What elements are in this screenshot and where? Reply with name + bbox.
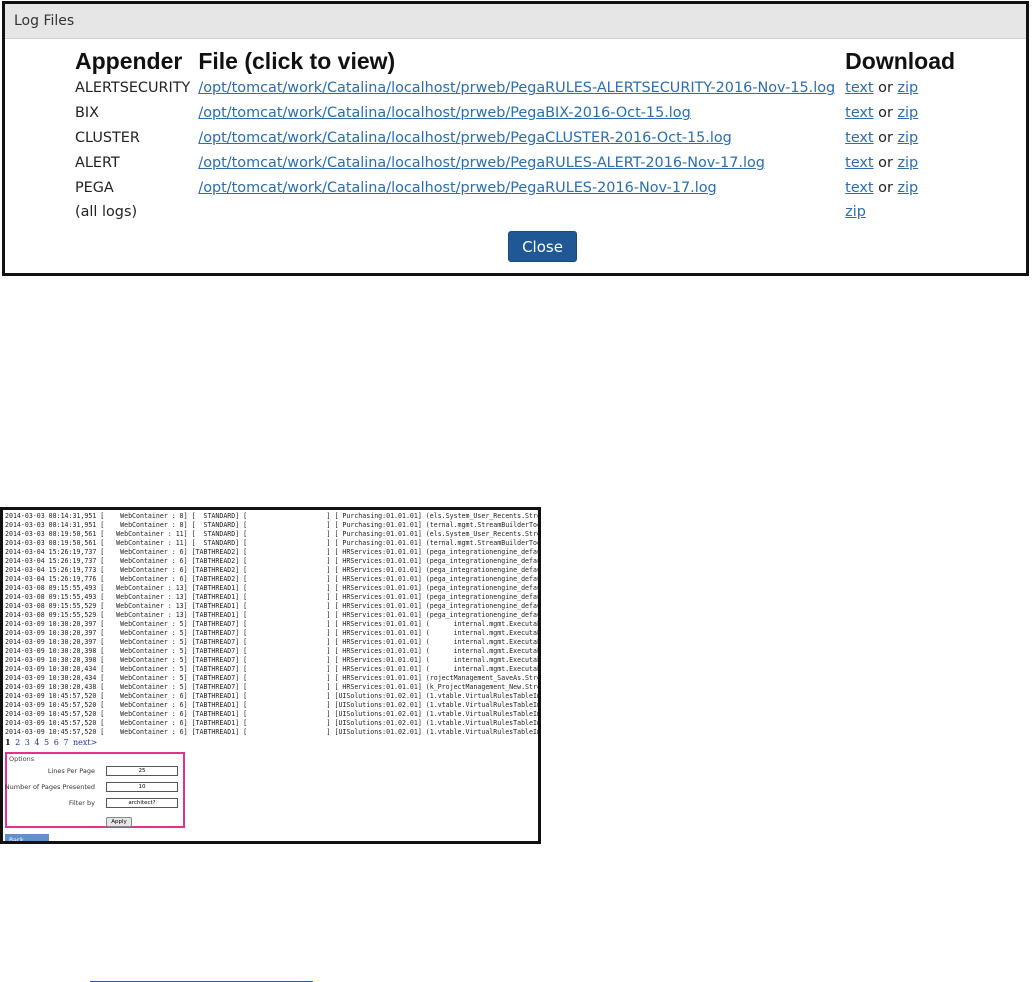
page-link[interactable]: 5 — [44, 738, 49, 747]
log-lines: 2014-03-03 08:14:31,951 [ WebContainer :… — [5, 512, 541, 736]
header-file: File (click to view) — [198, 47, 396, 74]
appender-name: ALERTSECURITY — [75, 80, 191, 97]
download-zip-link[interactable]: zip — [897, 105, 918, 121]
table-row: BIX /opt/tomcat/work/Catalina/localhost/… — [71, 101, 959, 126]
page-link[interactable]: 2 — [15, 738, 20, 747]
table-row: ALERTSECURITY /opt/tomcat/work/Catalina/… — [71, 76, 959, 101]
page-link-current[interactable]: 1 — [5, 737, 11, 747]
download-zip-link[interactable]: zip — [897, 130, 918, 146]
log-file-link[interactable]: /opt/tomcat/work/Catalina/localhost/prwe… — [198, 130, 731, 146]
bottom-link[interactable] — [90, 966, 313, 982]
page-link[interactable]: 7 — [63, 738, 68, 747]
or-label: or — [878, 105, 893, 122]
or-label: or — [878, 154, 893, 171]
appender-name: (all logs) — [75, 204, 138, 221]
options-panel: Options Lines Per Page Number of Pages P… — [5, 752, 185, 828]
download-zip-link[interactable]: zip — [897, 80, 918, 96]
download-text-link[interactable]: text — [845, 105, 873, 121]
table-row: ALERT /opt/tomcat/work/Catalina/localhos… — [71, 150, 959, 175]
filter-input[interactable] — [106, 798, 178, 808]
download-text-link[interactable]: text — [845, 180, 873, 196]
log-file-link[interactable]: /opt/tomcat/work/Catalina/localhost/prwe… — [198, 155, 765, 171]
appender-name: ALERT — [75, 154, 120, 171]
table-row: CLUSTER /opt/tomcat/work/Catalina/localh… — [71, 126, 959, 151]
apply-button[interactable]: Apply — [106, 817, 132, 827]
log-viewer-panel: 2014-03-03 08:14:31,951 [ WebContainer :… — [0, 507, 541, 844]
log-files-table: Appender File (click to view) Download A… — [71, 46, 959, 225]
table-row: PEGA /opt/tomcat/work/Catalina/localhost… — [71, 175, 959, 200]
appender-name: BIX — [75, 105, 99, 122]
lines-per-page-label: Lines Per Page — [47, 767, 95, 775]
page-link[interactable]: 6 — [54, 738, 59, 747]
header-download: Download — [845, 47, 956, 74]
table-row: (all logs) zip — [71, 200, 959, 225]
log-files-dialog: Log Files Appender File (click to view) … — [2, 1, 1029, 276]
filter-label: Filter by — [68, 799, 95, 807]
dialog-title: Log Files — [5, 4, 1026, 39]
pages-presented-label: Number of Pages Presented — [4, 783, 95, 791]
lines-per-page-input[interactable] — [106, 766, 178, 776]
download-all-zip-link[interactable]: zip — [845, 204, 866, 220]
appender-name: CLUSTER — [75, 129, 140, 146]
download-zip-link[interactable]: zip — [897, 155, 918, 171]
download-zip-link[interactable]: zip — [897, 180, 918, 196]
log-file-link[interactable]: /opt/tomcat/work/Catalina/localhost/prwe… — [198, 180, 716, 196]
pagination: 1 2 3 4 5 6 7 next> — [5, 737, 99, 747]
or-label: or — [878, 179, 893, 196]
page-link[interactable]: 3 — [25, 738, 30, 747]
close-button[interactable]: Close — [508, 231, 577, 262]
or-label: or — [878, 129, 893, 146]
next-page-link[interactable]: next> — [73, 738, 97, 747]
download-text-link[interactable]: text — [845, 130, 873, 146]
options-title: Options — [9, 755, 35, 763]
log-file-link[interactable]: /opt/tomcat/work/Catalina/localhost/prwe… — [198, 80, 835, 96]
download-text-link[interactable]: text — [845, 155, 873, 171]
page-link[interactable]: 4 — [34, 738, 39, 747]
table-header-row: Appender File (click to view) Download — [71, 46, 959, 76]
download-text-link[interactable]: text — [845, 80, 873, 96]
header-appender: Appender — [75, 47, 183, 74]
pages-presented-input[interactable] — [106, 782, 178, 792]
log-file-link[interactable]: /opt/tomcat/work/Catalina/localhost/prwe… — [198, 105, 690, 121]
back-button[interactable]: Back — [5, 834, 49, 841]
or-label: or — [878, 80, 893, 97]
appender-name: PEGA — [75, 179, 114, 196]
